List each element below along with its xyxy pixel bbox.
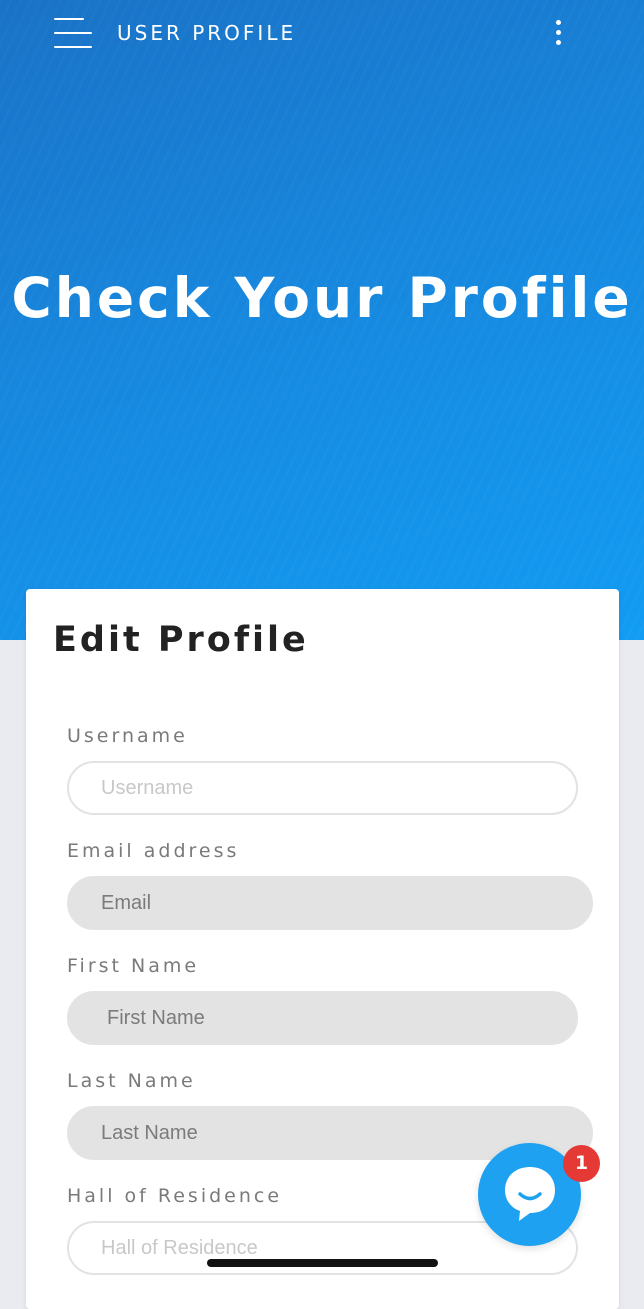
top-app-bar: USER PROFILE (0, 0, 644, 68)
hero-title: Check Your Profile (11, 266, 633, 330)
app-title: USER PROFILE (117, 21, 297, 45)
email-input[interactable] (67, 876, 593, 930)
hamburger-menu-icon[interactable] (54, 18, 94, 48)
email-label: Email address (67, 840, 240, 862)
menu-line (54, 18, 84, 20)
chat-bubble-icon (505, 1167, 555, 1221)
first-name-label: First Name (67, 955, 200, 977)
more-vertical-icon[interactable] (548, 16, 570, 50)
notification-badge: 1 (563, 1145, 600, 1182)
first-name-input[interactable] (67, 991, 578, 1045)
more-dot (556, 40, 561, 45)
last-name-label: Last Name (67, 1070, 196, 1092)
more-dot (556, 30, 561, 35)
username-input[interactable] (67, 761, 578, 815)
username-label: Username (67, 725, 188, 747)
hero-banner: USER PROFILE Check Your Profile (0, 0, 644, 640)
more-dot (556, 20, 561, 25)
card-title: Edit Profile (53, 620, 309, 660)
home-indicator (207, 1259, 438, 1267)
menu-line (54, 46, 92, 48)
hall-of-residence-label: Hall of Residence (67, 1185, 283, 1207)
menu-line (54, 32, 92, 34)
